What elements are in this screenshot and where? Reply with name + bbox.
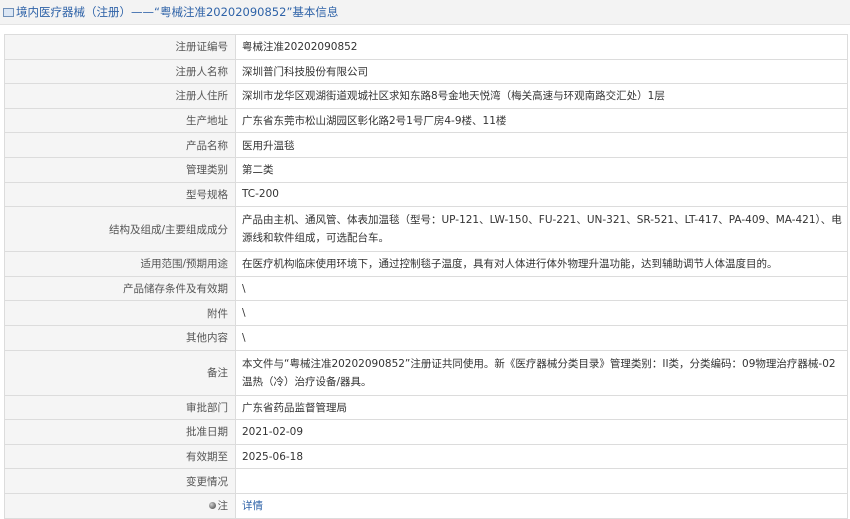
note-row: 注 详情 xyxy=(4,492,848,519)
row-value: 广东省东莞市松山湖园区彰化路2号1号厂房4-9楼、11楼 xyxy=(235,107,848,134)
row-value: 粤械注准20202090852 xyxy=(235,34,848,60)
row-label: 有效期至 xyxy=(4,443,236,470)
table-row: 批准日期 2021-02-09 xyxy=(4,419,848,445)
row-value: 2025-06-18 xyxy=(235,443,848,470)
row-value: TC-200 xyxy=(235,181,848,208)
row-label: 注册证编号 xyxy=(4,34,236,60)
table-row: 审批部门 广东省药品监督管理局 xyxy=(4,394,848,421)
note-label-cell: 注 xyxy=(4,492,236,519)
row-label: 其他内容 xyxy=(4,324,236,351)
row-label: 审批部门 xyxy=(4,394,236,421)
row-label: 适用范围/预期用途 xyxy=(4,251,236,277)
row-value: 在医疗机构临床使用环境下，通过控制毯子温度，具有对人体进行体外物理升温功能，达到… xyxy=(235,251,848,277)
table-row: 附件 \ xyxy=(4,300,848,326)
page-title-bar: 境内医疗器械（注册）——“粤械注准20202090852”基本信息 xyxy=(0,0,850,25)
details-link[interactable]: 详情 xyxy=(242,500,263,512)
row-label: 生产地址 xyxy=(4,107,236,134)
table-row: 生产地址 广东省东莞市松山湖园区彰化路2号1号厂房4-9楼、11楼 xyxy=(4,107,848,134)
registration-info-table: 注册证编号 粤械注准20202090852 注册人名称 深圳普门科技股份有限公司… xyxy=(4,34,848,519)
row-label: 注册人名称 xyxy=(4,58,236,85)
note-value-cell: 详情 xyxy=(235,492,848,519)
row-value: 产品由主机、通风管、体表加温毯（型号：UP-121、LW-150、FU-221、… xyxy=(235,206,848,253)
note-label: 注 xyxy=(217,500,229,513)
table-row: 其他内容 \ xyxy=(4,324,848,351)
row-value: \ xyxy=(235,275,848,302)
bullet-icon xyxy=(208,502,216,510)
row-label: 产品储存条件及有效期 xyxy=(4,275,236,302)
row-value: 广东省药品监督管理局 xyxy=(235,394,848,421)
page-title: 境内医疗器械（注册）——“粤械注准20202090852”基本信息 xyxy=(16,5,339,19)
row-value: \ xyxy=(235,324,848,351)
row-value: 2021-02-09 xyxy=(235,419,848,445)
table-row: 变更情况 xyxy=(4,468,848,494)
row-label: 型号规格 xyxy=(4,181,236,208)
row-label: 产品名称 xyxy=(4,132,236,158)
row-value: 第二类 xyxy=(235,156,848,183)
table-row: 注册人住所 深圳市龙华区观湖街道观城社区求知东路8号金地天悦湾（梅关高速与环观南… xyxy=(4,83,848,109)
row-value xyxy=(235,468,848,494)
row-value: 本文件与“粤械注准20202090852”注册证共同使用。新《医疗器械分类目录》… xyxy=(235,349,848,396)
table-row: 备注 本文件与“粤械注准20202090852”注册证共同使用。新《医疗器械分类… xyxy=(4,349,848,396)
row-value: 深圳市龙华区观湖街道观城社区求知东路8号金地天悦湾（梅关高速与环观南路交汇处）1… xyxy=(235,83,848,109)
table-row: 产品名称 医用升温毯 xyxy=(4,132,848,158)
table-row: 注册证编号 粤械注准20202090852 xyxy=(4,34,848,60)
table-row: 产品储存条件及有效期 \ xyxy=(4,275,848,302)
table-row: 结构及组成/主要组成成分 产品由主机、通风管、体表加温毯（型号：UP-121、L… xyxy=(4,206,848,253)
row-label: 批准日期 xyxy=(4,419,236,445)
document-icon xyxy=(3,8,14,17)
table-row: 管理类别 第二类 xyxy=(4,156,848,183)
row-label: 结构及组成/主要组成成分 xyxy=(4,206,236,253)
row-label: 注册人住所 xyxy=(4,83,236,109)
row-value: \ xyxy=(235,300,848,326)
row-value: 医用升温毯 xyxy=(235,132,848,158)
row-label: 备注 xyxy=(4,349,236,396)
row-label: 附件 xyxy=(4,300,236,326)
table-row: 型号规格 TC-200 xyxy=(4,181,848,208)
row-label: 管理类别 xyxy=(4,156,236,183)
table-row: 注册人名称 深圳普门科技股份有限公司 xyxy=(4,58,848,85)
row-label: 变更情况 xyxy=(4,468,236,494)
table-row: 适用范围/预期用途 在医疗机构临床使用环境下，通过控制毯子温度，具有对人体进行体… xyxy=(4,251,848,277)
row-value: 深圳普门科技股份有限公司 xyxy=(235,58,848,85)
table-row: 有效期至 2025-06-18 xyxy=(4,443,848,470)
